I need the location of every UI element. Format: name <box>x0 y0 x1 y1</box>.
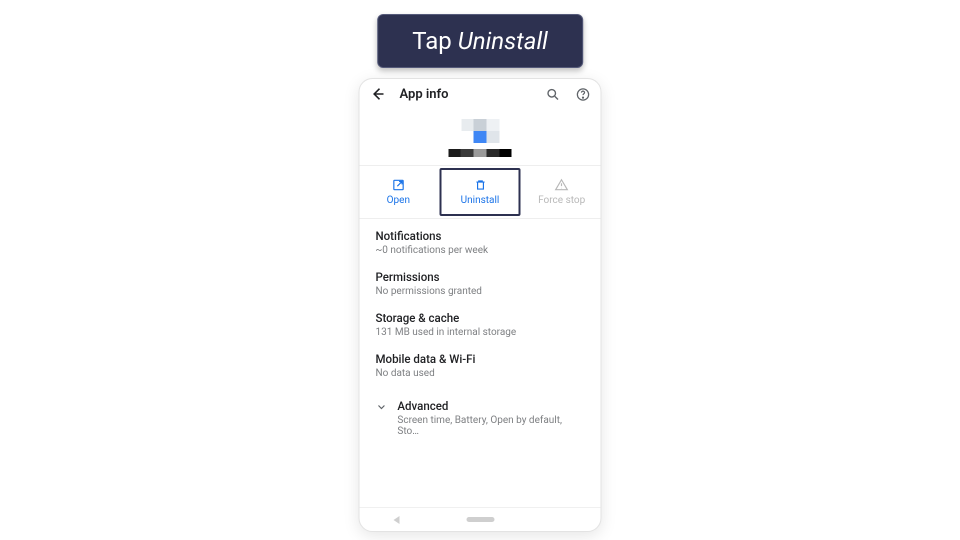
settings-list: Notifications ~0 notifications per week … <box>360 219 601 437</box>
android-nav-bar <box>360 507 601 531</box>
app-icon <box>461 119 499 143</box>
chevron-down-icon <box>376 401 388 413</box>
advanced-title: Advanced <box>397 399 584 413</box>
permissions-sub: No permissions granted <box>376 286 585 297</box>
actions-row: Open Uninstall Force stop <box>360 165 601 219</box>
force-stop-label: Force stop <box>538 195 585 206</box>
storage-sub: 131 MB used in internal storage <box>376 327 585 338</box>
app-name-redacted <box>448 149 512 157</box>
uninstall-label: Uninstall <box>461 195 500 206</box>
app-header <box>360 109 601 165</box>
setting-permissions[interactable]: Permissions No permissions granted <box>376 270 585 297</box>
help-icon[interactable] <box>575 86 591 102</box>
instruction-banner: Tap Uninstall <box>377 14 583 68</box>
nav-back-icon[interactable] <box>393 516 399 524</box>
open-label: Open <box>387 195 410 206</box>
notifications-sub: ~0 notifications per week <box>376 245 585 256</box>
setting-notifications[interactable]: Notifications ~0 notifications per week <box>376 229 585 256</box>
open-button[interactable]: Open <box>360 166 438 218</box>
search-icon[interactable] <box>545 86 561 102</box>
storage-title: Storage & cache <box>376 311 585 325</box>
back-arrow-icon[interactable] <box>370 86 386 102</box>
app-topbar: App info <box>360 79 601 109</box>
advanced-sub: Screen time, Battery, Open by default, S… <box>397 415 584 437</box>
phone-frame: App info Open Uninstall Force stop <box>359 78 602 532</box>
data-title: Mobile data & Wi-Fi <box>376 352 585 366</box>
uninstall-button[interactable]: Uninstall <box>439 168 521 216</box>
page-title: App info <box>400 87 449 102</box>
force-stop-button: Force stop <box>523 166 601 218</box>
nav-home-pill[interactable] <box>466 517 494 522</box>
notifications-title: Notifications <box>376 229 585 243</box>
data-sub: No data used <box>376 368 585 379</box>
instruction-prefix: Tap <box>412 27 457 55</box>
permissions-title: Permissions <box>376 270 585 284</box>
instruction-target: Uninstall <box>458 27 548 55</box>
setting-advanced[interactable]: Advanced Screen time, Battery, Open by d… <box>376 393 585 437</box>
setting-storage[interactable]: Storage & cache 131 MB used in internal … <box>376 311 585 338</box>
setting-data[interactable]: Mobile data & Wi-Fi No data used <box>376 352 585 379</box>
